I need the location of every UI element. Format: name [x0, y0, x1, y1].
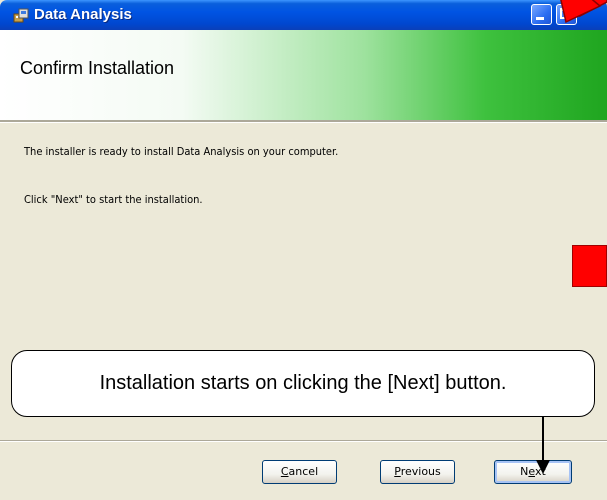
- installer-icon: [13, 8, 29, 23]
- window-title: Data Analysis: [34, 6, 132, 23]
- annotation-red-marker: [572, 245, 607, 287]
- header-divider: [0, 120, 607, 123]
- cancel-button[interactable]: Cancel: [262, 460, 337, 484]
- next-instruction: Click "Next" to start the installation.: [24, 193, 203, 206]
- next-label: Next: [520, 465, 546, 478]
- next-button[interactable]: Next: [494, 460, 572, 484]
- footer-divider: [0, 440, 607, 442]
- title-bar[interactable]: Data Analysis: [0, 0, 607, 30]
- installer-window: Data Analysis Confirm Installation The i…: [0, 0, 607, 500]
- previous-button[interactable]: Previous: [380, 460, 455, 484]
- page-title: Confirm Installation: [20, 58, 175, 78]
- callout-text: Installation starts on clicking the [Nex…: [99, 372, 507, 394]
- minimize-icon[interactable]: [531, 4, 552, 25]
- maximize-icon[interactable]: [556, 4, 577, 25]
- previous-label: Previous: [394, 465, 441, 478]
- header-banner: Confirm Installation: [0, 30, 607, 120]
- ready-message: The installer is ready to install Data A…: [24, 145, 339, 158]
- cancel-label: Cancel: [280, 465, 319, 478]
- annotation-callout: Installation starts on clicking the [Nex…: [11, 350, 595, 417]
